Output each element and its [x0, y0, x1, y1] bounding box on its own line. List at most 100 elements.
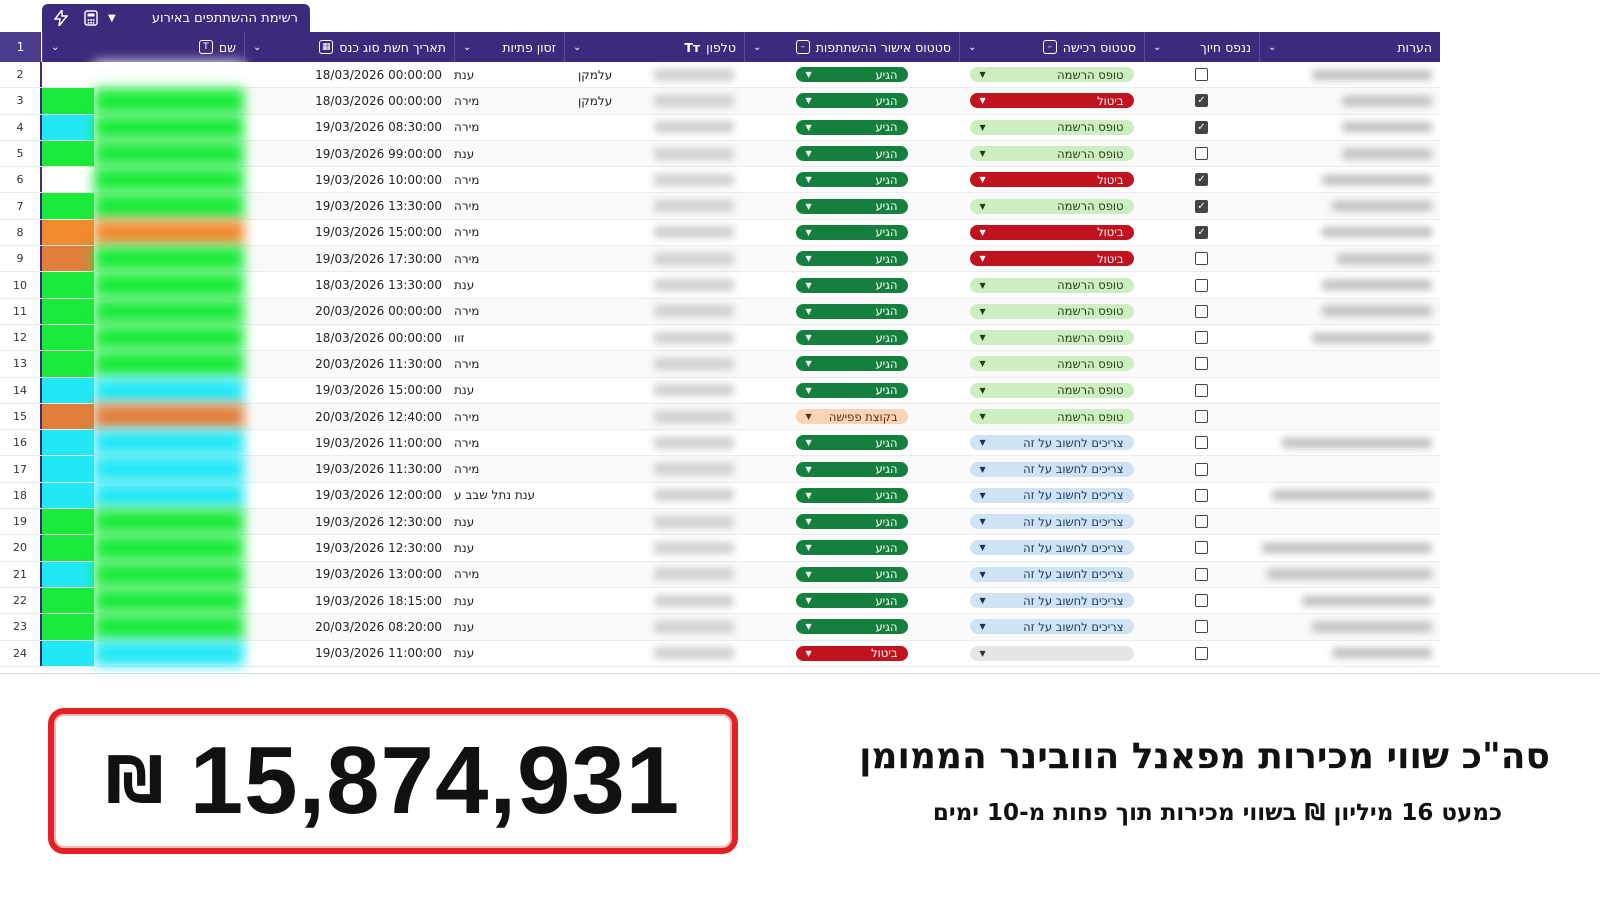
chevron-down-icon[interactable]: ▼: [806, 543, 812, 552]
row-checkbox[interactable]: [1195, 304, 1208, 318]
row-number[interactable]: 4: [0, 114, 42, 140]
chevron-down-icon[interactable]: ▼: [806, 175, 812, 184]
chevron-down-icon[interactable]: ▼: [806, 70, 812, 79]
column-header-approval-status[interactable]: סטטוס אישור ההשתתפות – ⌄: [744, 32, 959, 62]
purchase-status-pill[interactable]: טופס הרשמה ▼: [969, 356, 1134, 372]
approval-status-pill[interactable]: הגיע ▼: [795, 330, 908, 346]
calculator-icon[interactable]: [80, 7, 102, 29]
purchase-status-pill[interactable]: צריכים לחשוב על זה ▼: [969, 487, 1134, 503]
checkbox-cell[interactable]: [1144, 272, 1259, 297]
approval-status-cell[interactable]: הגיע ▼: [744, 141, 959, 166]
name-cell[interactable]: [42, 167, 244, 193]
row-number[interactable]: 18: [0, 482, 42, 509]
approval-status-pill[interactable]: הגיע ▼: [795, 487, 908, 503]
slot-cell[interactable]: מירה: [454, 404, 564, 429]
approval-status-pill[interactable]: הגיע ▼: [795, 198, 908, 214]
approval-status-pill[interactable]: הגיע ▼: [795, 119, 908, 135]
phone-cell[interactable]: עלמקן: [564, 88, 744, 113]
slot-cell[interactable]: מירה: [454, 115, 564, 140]
notes-cell[interactable]: [1259, 351, 1440, 376]
row-number[interactable]: 6: [0, 167, 42, 193]
row-checkbox[interactable]: [1195, 357, 1208, 371]
approval-status-pill[interactable]: הגיע ▼: [795, 172, 908, 188]
purchase-status-pill[interactable]: טופס הרשמה ▼: [969, 382, 1134, 398]
slot-cell[interactable]: ענת: [454, 535, 564, 560]
purchase-status-cell[interactable]: צריכים לחשוב על זה ▼: [959, 430, 1144, 455]
date-cell[interactable]: 19/03/2026 11:30:00: [244, 456, 454, 481]
approval-status-cell[interactable]: הגיע ▼: [744, 614, 959, 639]
purchase-status-cell[interactable]: טופס הרשמה ▼: [959, 378, 1144, 403]
row-number[interactable]: 24: [0, 640, 42, 666]
chevron-down-icon[interactable]: ▼: [980, 123, 986, 132]
checkbox-cell[interactable]: [1144, 62, 1259, 87]
row-number[interactable]: 11: [0, 298, 42, 324]
purchase-status-cell[interactable]: ביטול ▼: [959, 220, 1144, 245]
row-checkbox[interactable]: [1195, 646, 1208, 660]
chevron-down-icon[interactable]: ▼: [980, 491, 986, 500]
date-cell[interactable]: 19/03/2026 15:00:00: [244, 220, 454, 245]
table-row[interactable]: 2 18/03/2026 00:00:00 ענת עלמקן הגיע ▼ טופס הר…: [0, 62, 1440, 89]
approval-status-pill[interactable]: הגיע ▼: [795, 67, 908, 83]
chevron-down-icon[interactable]: ▼: [980, 149, 986, 158]
row-number[interactable]: 3: [0, 88, 42, 114]
purchase-status-pill[interactable]: צריכים לחשוב על זה ▼: [969, 461, 1134, 477]
notes-cell[interactable]: [1259, 62, 1440, 87]
checkbox-cell[interactable]: [1144, 404, 1259, 429]
chevron-down-icon[interactable]: ▼: [980, 228, 986, 237]
notes-cell[interactable]: [1259, 430, 1440, 455]
table-row[interactable]: 17 19/03/2026 11:30:00 מירה הגיע ▼ צריכים לחש…: [0, 456, 1440, 483]
checkbox-cell[interactable]: ✓: [1144, 167, 1259, 192]
purchase-status-pill[interactable]: צריכים לחשוב על זה ▼: [969, 593, 1134, 609]
name-cell[interactable]: [42, 587, 244, 614]
notes-cell[interactable]: [1259, 588, 1440, 613]
approval-status-pill[interactable]: הגיע ▼: [795, 593, 908, 609]
notes-cell[interactable]: [1259, 141, 1440, 166]
slot-cell[interactable]: מירה: [454, 562, 564, 587]
slot-cell[interactable]: מירה: [454, 430, 564, 455]
chevron-down-icon[interactable]: ▼: [980, 333, 986, 342]
checkbox-cell[interactable]: [1144, 588, 1259, 613]
row-number[interactable]: 8: [0, 219, 42, 246]
date-cell[interactable]: 19/03/2026 11:00:00: [244, 641, 454, 666]
chevron-down-icon[interactable]: ▼: [980, 517, 986, 526]
table-row[interactable]: 6 19/03/2026 10:00:00 מירה הגיע ▼ ביטול ▼ ✓: [0, 167, 1440, 194]
notes-cell[interactable]: [1259, 193, 1440, 218]
column-header-date[interactable]: תאריך חשת סוג כנס ▦ ⌄: [244, 32, 454, 62]
name-cell[interactable]: [42, 114, 244, 140]
purchase-status-cell[interactable]: טופס הרשמה ▼: [959, 351, 1144, 376]
table-row[interactable]: 18 19/03/2026 12:00:00 ענת נתל שבב ע הגיע ▼ צ…: [0, 482, 1440, 510]
chevron-down-icon[interactable]: ▼: [980, 202, 986, 211]
approval-status-pill[interactable]: בקוצת פפישה ▼: [795, 409, 908, 424]
phone-cell[interactable]: [564, 167, 744, 192]
table-row[interactable]: 16 19/03/2026 11:00:00 מירה הגיע ▼ צריכים לחש…: [0, 430, 1440, 457]
checkbox-cell[interactable]: [1144, 378, 1259, 403]
row-number[interactable]: 9: [0, 246, 42, 272]
date-cell[interactable]: 19/03/2026 12:00:00: [244, 483, 454, 508]
row-checkbox[interactable]: [1195, 410, 1208, 423]
chevron-down-icon[interactable]: ▼: [806, 438, 812, 447]
notes-cell[interactable]: [1259, 115, 1440, 140]
slot-cell[interactable]: ענת: [454, 509, 564, 534]
chevron-down-icon[interactable]: ▼: [980, 596, 986, 605]
approval-status-cell[interactable]: הגיע ▼: [744, 456, 959, 481]
purchase-status-cell[interactable]: טופס הרשמה ▼: [959, 299, 1144, 324]
checkbox-cell[interactable]: [1144, 351, 1259, 376]
checkbox-cell[interactable]: [1144, 246, 1259, 271]
chevron-down-icon[interactable]: ⌄: [253, 42, 261, 53]
chevron-down-icon[interactable]: ⌄: [968, 42, 976, 53]
phone-cell[interactable]: [564, 115, 744, 140]
chevron-down-icon[interactable]: ▼: [980, 175, 986, 184]
row-number[interactable]: 16: [0, 430, 42, 456]
notes-cell[interactable]: [1259, 272, 1440, 297]
table-row[interactable]: 13 20/03/2026 11:30:00 מירה הגיע ▼ טופס הרשמה…: [0, 351, 1440, 378]
row-number[interactable]: 22: [0, 587, 42, 614]
phone-cell[interactable]: [564, 456, 744, 481]
chevron-down-icon[interactable]: ▼: [980, 570, 986, 579]
purchase-status-pill[interactable]: טופס הרשמה ▼: [969, 119, 1134, 135]
phone-cell[interactable]: [564, 614, 744, 639]
phone-cell[interactable]: [564, 641, 744, 666]
table-row[interactable]: 24 19/03/2026 11:00:00 ענת ביטול ▼ ▼: [0, 640, 1440, 667]
phone-cell[interactable]: עלמקן: [564, 62, 744, 87]
purchase-status-pill[interactable]: טופס הרשמה ▼: [969, 67, 1134, 83]
phone-cell[interactable]: [564, 562, 744, 587]
